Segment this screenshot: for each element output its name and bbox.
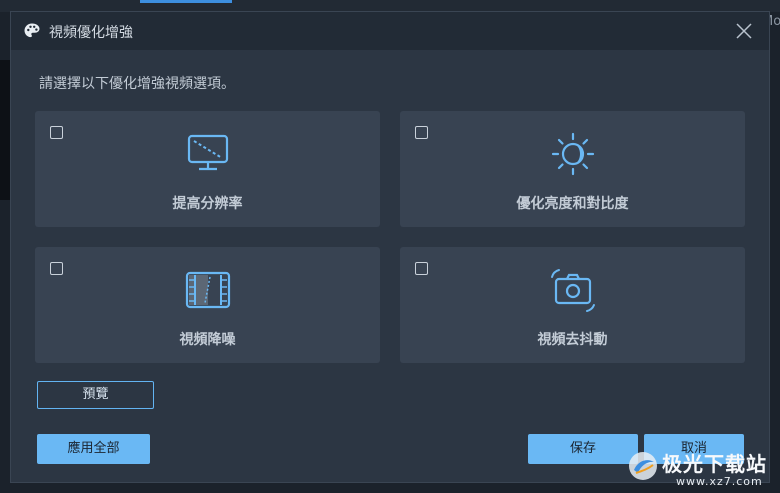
close-icon[interactable] — [733, 20, 755, 42]
upscale-resolution-checkbox[interactable] — [50, 126, 63, 139]
option-label: 視頻降噪 — [179, 332, 236, 348]
dialog-titlebar: 視頻優化增強 — [11, 12, 769, 50]
brightness-icon — [551, 132, 594, 176]
option-card-noise-reduction[interactable]: 視頻降噪 — [35, 247, 380, 363]
option-card-stabilization[interactable]: 視頻去抖動 — [400, 247, 745, 363]
background-preview-panel — [0, 60, 10, 200]
instruction-text: 請選擇以下優化增強視頻選項。 — [39, 76, 235, 92]
video-enhance-dialog: 視頻優化增強 請選擇以下優化增強視頻選項。 提高分辨率 優化亮度和對比度 視頻降… — [10, 11, 770, 483]
camera-stabilize-icon — [550, 269, 595, 312]
option-label: 視頻去抖動 — [537, 332, 608, 348]
background-active-tab-indicator — [140, 0, 232, 3]
watermark-text: 极光下载站 — [662, 452, 767, 476]
watermark-logo-icon — [629, 452, 657, 480]
stabilization-checkbox[interactable] — [415, 262, 428, 275]
apply-all-button[interactable]: 應用全部 — [37, 434, 150, 464]
dialog-title: 視頻優化增強 — [49, 25, 133, 41]
noise-reduction-checkbox[interactable] — [50, 262, 63, 275]
option-card-brightness-contrast[interactable]: 優化亮度和對比度 — [400, 111, 745, 227]
site-watermark: 极光下载站 www.xz7.com — [620, 441, 780, 493]
palette-icon — [24, 23, 40, 38]
watermark-url: www.xz7.com — [676, 475, 763, 488]
brightness-contrast-checkbox[interactable] — [415, 126, 428, 139]
option-label: 提高分辨率 — [172, 196, 243, 212]
option-label: 優化亮度和對比度 — [516, 196, 629, 212]
film-icon — [185, 271, 230, 309]
monitor-icon — [187, 134, 228, 171]
option-card-upscale-resolution[interactable]: 提高分辨率 — [35, 111, 380, 227]
preview-button[interactable]: 預覽 — [37, 381, 154, 409]
